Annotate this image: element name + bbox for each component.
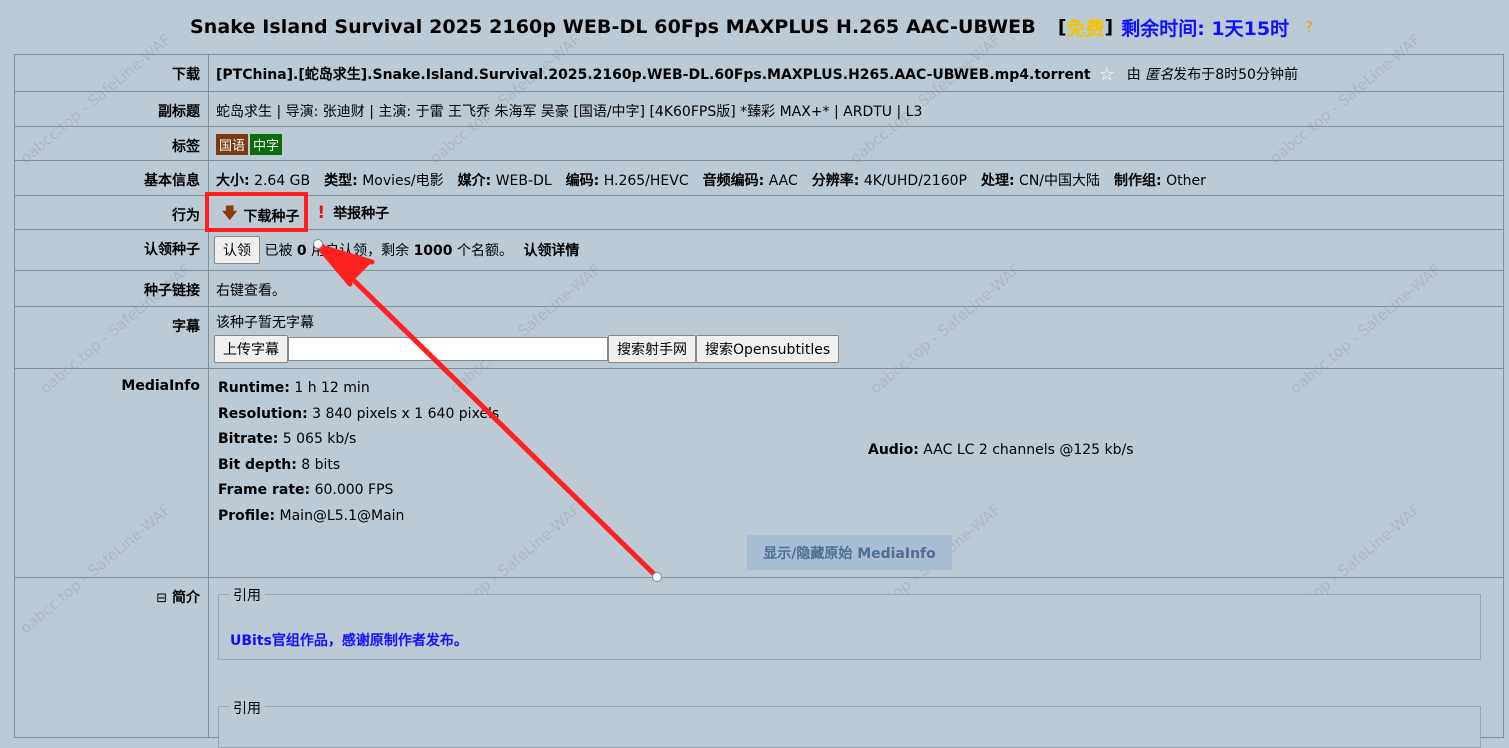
row-label-download: 下载 [14,54,209,92]
report-torrent-label: 举报种子 [333,206,390,222]
runtime-value: 1 h 12 min [294,380,370,396]
codec-value: H.265/HEVC [603,173,689,189]
claim-details-link[interactable]: 认领详情 [523,243,579,259]
row-label-basic-info: 基本信息 [14,160,209,196]
bitdepth-value: 8 bits [301,456,341,473]
star-outline-icon[interactable]: ☆ [1099,64,1115,85]
torrent-file-link[interactable]: [PTChina].[蛇岛求生].Snake.Island.Survival.2… [216,67,1091,83]
audio-codec-key: 音频编码: [702,173,765,189]
by-prefix: 由 [1126,67,1141,83]
uploader-name: 匿名 [1145,67,1174,83]
help-icon[interactable]: ? [1305,18,1313,36]
type-value: Movies/电影 [362,173,444,189]
row-label-torrent-link: 种子链接 [14,270,209,307]
audio-codec-value: AAC [768,173,798,189]
quote-label-1: 引用 [229,585,265,605]
subtitles-cell: 该种子暂无字幕 上传字幕 搜索射手网 搜索Opensubtitles [208,306,1504,369]
claim-count: 0 [296,243,307,259]
tag-mandarin[interactable]: 国语 [216,134,249,155]
processing-value: CN/中国大陆 [1019,173,1101,189]
mediainfo-video-block: Runtime: 1 h 12 min Resolution: 3 840 pi… [218,376,1503,529]
profile-value: Main@L5.1@Main [279,507,405,524]
medium-value: WEB-DL [495,173,552,189]
quote-label-2: 引用 [229,698,265,718]
claim-remaining: 1000 [413,243,453,259]
resolution-value: 4K/UHD/2160P [863,173,967,189]
free-bracket-close: ] [1104,16,1114,38]
claim-button[interactable]: 认领 [214,236,260,264]
search-opensubtitles-button[interactable]: 搜索Opensubtitles [696,335,840,363]
claim-cell: 认领 已被 0 用户认领，剩余 1000 个名额。 认领详情 [208,229,1504,271]
search-shooter-button[interactable]: 搜索射手网 [608,335,696,363]
row-tags: 标签 国语 中字 [14,126,1504,161]
tag-chinese-subs[interactable]: 中字 [250,134,283,155]
resolution-key: Resolution: [218,405,308,422]
highlight-box [205,192,308,232]
size-value: 2.64 GB [254,173,311,189]
report-torrent-button[interactable]: ! 举报种子 [299,203,389,223]
processing-key: 处理: [980,173,1015,189]
row-download: 下载 [PTChina].[蛇岛求生].Snake.Island.Surviva… [14,54,1504,92]
mediainfo-audio-line: Audio: AAC LC 2 channels @125 kb/s [868,442,1134,458]
quote-box-2 [218,706,1481,748]
resolution-value: 3 840 pixels x 1 640 pixels [312,405,500,422]
row-basic-info: 基本信息 大小: 2.64 GB 类型: Movies/电影 媒介: WEB-DL 编… [14,160,1504,196]
resolution-key: 分辨率: [811,173,860,189]
row-torrent-link: 种子链接 右键查看。 [14,270,1504,307]
audio-value: AAC LC 2 channels @125 kb/s [923,442,1134,458]
size-key: 大小: [216,173,250,189]
group-key: 制作组: [1114,173,1162,189]
publish-time: 发布于8时50分钟前 [1173,67,1298,83]
row-claim: 认领种子 认领 已被 0 用户认领，剩余 1000 个名额。 认领详情 [14,229,1504,271]
audio-key: Audio: [868,442,919,458]
bitdepth-key: Bit depth: [218,456,297,473]
subtitle-search-input[interactable] [288,337,608,361]
group-value: Other [1166,173,1206,189]
quote-box-1 [218,594,1481,660]
row-subtitles: 字幕 该种子暂无字幕 上传字幕 搜索射手网 搜索Opensubtitles [14,306,1504,369]
row-label-tags: 标签 [14,126,209,161]
torrent-link-text: 右键查看。 [208,270,1504,307]
bitrate-value: 5 065 kb/s [282,431,357,447]
row-label-intro: ⊟ 简介 [14,577,209,738]
subtitle-actions: 上传字幕 搜索射手网 搜索Opensubtitles [214,335,1503,363]
bitrate-key: Bitrate: [218,431,279,447]
profile-key: Profile: [218,507,276,524]
quote-text-1: UBits官组作品，感谢原制作者发布。 [230,633,468,649]
no-subtitle-note: 该种子暂无字幕 [216,315,314,331]
row-label-mediainfo: MediaInfo [14,368,209,578]
claim-text-before: 已被 [264,243,293,259]
type-key: 类型: [324,173,358,189]
collapse-icon[interactable]: ⊟ [156,591,167,606]
framerate-value: 60.000 FPS [314,482,394,498]
free-bracket-open: [ [1057,16,1067,38]
framerate-key: Frame rate: [218,482,311,498]
codec-key: 编码: [565,173,600,189]
row-label-subtitles: 字幕 [14,306,209,369]
row-label-claim: 认领种子 [14,229,209,271]
action-cell: 🡇 下载种子! 举报种子 [208,195,1504,230]
claim-text-end: 个名额。 [456,243,513,259]
page-title: Snake Island Survival 2025 2160p WEB-DL … [189,16,1036,38]
row-label-subtitle: 副标题 [14,91,209,127]
basic-info-cell: 大小: 2.64 GB 类型: Movies/电影 媒介: WEB-DL 编码: H.… [208,160,1504,196]
intro-label: 简介 [172,590,200,606]
upload-subtitle-button[interactable]: 上传字幕 [214,335,288,363]
row-label-action: 行为 [14,195,209,230]
free-badge: 免费 [1066,17,1105,40]
subtitle-text: 蛇岛求生 | 导演: 张迪财 | 主演: 于雷 王飞乔 朱海军 吴豪 [国语/中… [208,91,1504,127]
medium-key: 媒介: [457,173,492,189]
torrent-title-bar: Snake Island Survival 2025 2160p WEB-DL … [0,0,1509,54]
remaining-time: 剩余时间: 1天15时 [1121,17,1290,40]
claim-text-after: 用户认领，剩余 [311,243,410,259]
download-cell: [PTChina].[蛇岛求生].Snake.Island.Survival.2… [208,54,1504,92]
row-subtitle: 副标题 蛇岛求生 | 导演: 张迪财 | 主演: 于雷 王飞乔 朱海军 吴豪 [… [14,91,1504,127]
runtime-key: Runtime: [218,380,290,396]
toggle-mediainfo-button[interactable]: 显示/隐藏原始 MediaInfo [747,535,952,570]
exclamation-icon: ! [317,203,326,223]
